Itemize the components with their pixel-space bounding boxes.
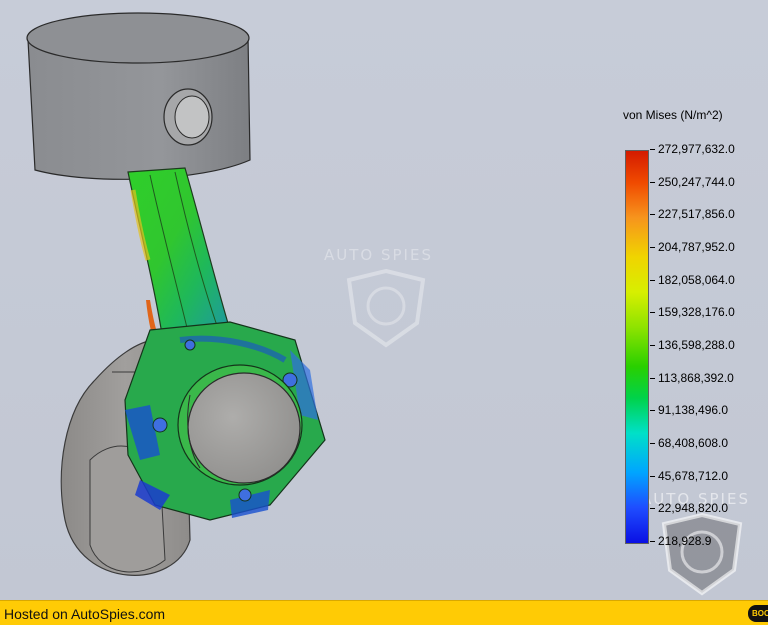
legend-color-bar [625,150,649,544]
legend-tick [650,508,655,509]
legend-label: 91,138,496.0 [658,403,729,417]
legend-tick [650,312,655,313]
watermark-logo-right-icon [661,512,743,596]
legend-tick [650,149,655,150]
analysis-viewport[interactable]: AUTO SPIES AUTO SPIES von Mises (N/m^2) … [0,0,768,600]
piston [26,12,251,180]
legend-tick [650,214,655,215]
footer-badge[interactable]: BOO [748,605,768,622]
legend-label: 204,787,952.0 [658,240,735,254]
legend-tick [650,541,655,542]
legend-label: 22,948,820.0 [658,501,729,515]
legend-tick [650,345,655,346]
crank-pin [177,364,303,486]
legend-label: 272,977,632.0 [658,142,735,156]
watermark-logo-icon [346,268,426,348]
legend-label: 136,598,288.0 [658,338,735,352]
legend-label: 159,328,176.0 [658,305,735,319]
legend-tick [650,443,655,444]
legend-tick [650,476,655,477]
footer-text: Hosted on AutoSpies.com [4,606,166,622]
watermark-text: AUTO SPIES [324,246,433,264]
legend-label: 68,408,608.0 [658,436,729,450]
legend-label: 113,868,392.0 [658,371,734,385]
legend-tick [650,247,655,248]
legend-label: 45,678,712.0 [658,469,729,483]
legend-label: 218,928.9 [658,534,712,548]
legend-tick [650,280,655,281]
legend-label: 227,517,856.0 [658,207,735,221]
legend-label: 250,247,744.0 [658,175,735,189]
legend-label: 182,058,064.0 [658,273,735,287]
legend-tick [650,410,655,411]
legend-title: von Mises (N/m^2) [623,108,723,122]
legend-tick [650,378,655,379]
legend-tick [650,182,655,183]
hosted-footer: Hosted on AutoSpies.com BOO [0,600,768,625]
